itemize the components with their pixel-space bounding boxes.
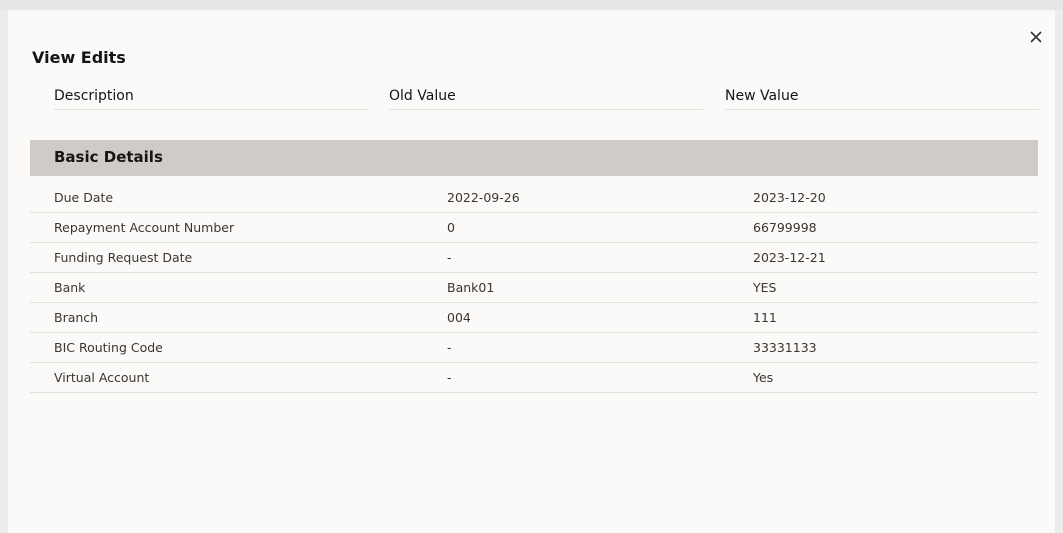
row-old-value: 004: [447, 310, 471, 325]
row-new-value: YES: [753, 280, 777, 295]
column-header-description: Description: [54, 86, 368, 110]
row-old-value: -: [447, 340, 452, 355]
row-new-value: 2023-12-21: [753, 250, 826, 265]
column-header-new-value: New Value: [725, 86, 1039, 110]
row-old-value: -: [447, 250, 452, 265]
row-new-value: 111: [753, 310, 777, 325]
backdrop-strip: [0, 0, 1063, 10]
dialog-title: View Edits: [32, 48, 126, 67]
row-old-value: Bank01: [447, 280, 495, 295]
section-header-basic-details: Basic Details: [30, 140, 1038, 176]
table-row: Branch 004 111: [30, 303, 1038, 333]
row-old-value: 0: [447, 220, 455, 235]
row-description: Branch: [54, 310, 99, 325]
edits-table: Due Date 2022-09-26 2023-12-20 Repayment…: [30, 183, 1038, 393]
row-description: Funding Request Date: [54, 250, 193, 265]
row-description: Virtual Account: [54, 370, 150, 385]
row-new-value: Yes: [753, 370, 774, 385]
row-description: Due Date: [54, 190, 114, 205]
section-title: Basic Details: [54, 148, 163, 166]
row-old-value: -: [447, 370, 452, 385]
row-description: BIC Routing Code: [54, 340, 163, 355]
close-icon[interactable]: [1027, 28, 1045, 46]
row-new-value: 2023-12-20: [753, 190, 826, 205]
table-row: Virtual Account - Yes: [30, 363, 1038, 393]
row-description: Repayment Account Number: [54, 220, 235, 235]
table-row: Repayment Account Number 0 66799998: [30, 213, 1038, 243]
row-new-value: 66799998: [753, 220, 817, 235]
column-header-old-value: Old Value: [389, 86, 703, 110]
table-row: Due Date 2022-09-26 2023-12-20: [30, 183, 1038, 213]
view-edits-dialog: View Edits Description Old Value New Val…: [8, 10, 1055, 533]
table-row: Funding Request Date - 2023-12-21: [30, 243, 1038, 273]
table-row: Bank Bank01 YES: [30, 273, 1038, 303]
row-description: Bank: [54, 280, 86, 295]
row-new-value: 33331133: [753, 340, 817, 355]
table-row: BIC Routing Code - 33331133: [30, 333, 1038, 363]
row-old-value: 2022-09-26: [447, 190, 520, 205]
